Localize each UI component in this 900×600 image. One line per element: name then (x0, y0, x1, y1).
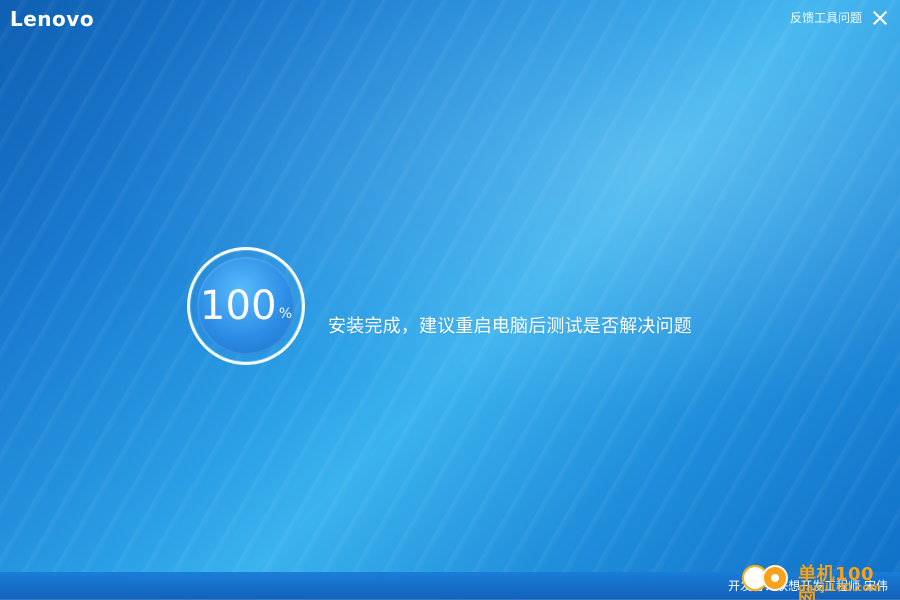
status-message: 安装完成，建议重启电脑后测试是否解决问题 (328, 316, 692, 337)
progress-unit: % (278, 306, 293, 322)
progress-value: 100 (199, 283, 277, 329)
progress-text: 100 % (187, 247, 305, 365)
background-light-streaks (0, 0, 900, 600)
watermark: 单机100网 danji100.com (742, 557, 882, 600)
watermark-subtitle: danji100.com (798, 581, 882, 594)
watermark-icon-dot (771, 574, 779, 582)
close-icon[interactable] (872, 10, 888, 26)
header-actions: 反馈工具问题 (790, 9, 888, 26)
feedback-tool-link[interactable]: 反馈工具问题 (790, 9, 862, 26)
brand-logo: Lenovo (10, 7, 95, 31)
watermark-title: 单机100网 (798, 564, 875, 600)
progress-indicator: 100 % (187, 247, 305, 365)
lenovo-installer-window: Lenovo 反馈工具问题 100 % 安装完成，建议重启电脑后测试是否解决问题… (0, 0, 900, 600)
